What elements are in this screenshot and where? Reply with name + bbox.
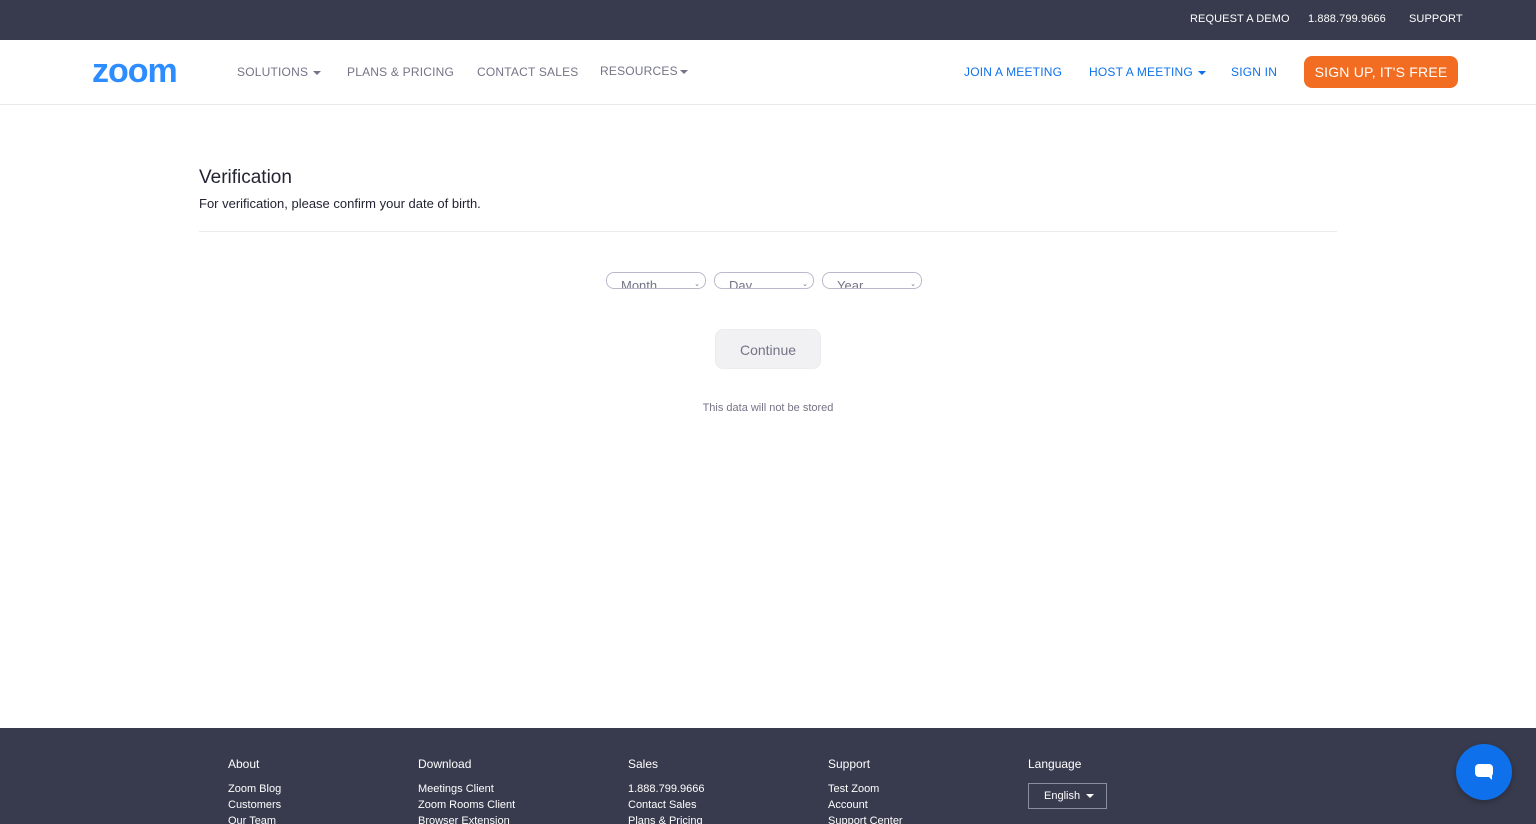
footer-sales-heading: Sales [628,757,659,771]
footer-link-our-team[interactable]: Our Team [228,815,276,824]
nav-resources[interactable]: RESOURCES [600,64,688,78]
year-select[interactable]: Year ⌄ [822,272,922,289]
nav-solutions-label: SOLUTIONS [237,65,309,79]
nav-plans-pricing[interactable]: PLANS & PRICING [347,65,454,79]
nav-contact-sales[interactable]: CONTACT SALES [477,65,579,79]
footer-link-rooms-client[interactable]: Zoom Rooms Client [418,799,515,811]
caret-down-icon [679,69,688,74]
chat-button[interactable] [1456,744,1512,800]
caret-down-icon [1086,794,1095,799]
footer: About Zoom Blog Customers Our Team Downl… [0,728,1536,824]
footer-link-phone[interactable]: 1.888.799.9666 [628,783,704,795]
divider [199,231,1337,232]
month-select[interactable]: Month ⌄ [606,272,706,289]
footer-link-plans-pricing[interactable]: Plans & Pricing [628,815,703,824]
footer-language-heading: Language [1028,757,1082,771]
chat-bubble-tail [1486,774,1492,780]
footer-link-meetings-client[interactable]: Meetings Client [418,783,494,795]
month-placeholder: Month [621,278,658,289]
nav-host-meeting[interactable]: HOST A MEETING [1089,65,1206,79]
footer-about-heading: About [228,757,260,771]
top-utility-bar: REQUEST A DEMO 1.888.799.9666 SUPPORT [0,0,1536,40]
footer-link-account[interactable]: Account [828,799,868,811]
chevron-down-icon: ⌄ [802,281,808,288]
zoom-logo[interactable]: zoom [92,53,178,89]
chevron-down-icon: ⌄ [910,281,916,288]
footer-link-browser-extension[interactable]: Browser Extension [418,815,510,824]
nav-sign-in[interactable]: SIGN IN [1231,65,1277,79]
footer-download-heading: Download [418,757,472,771]
data-not-stored-note: This data will not be stored [702,402,834,414]
main-nav: zoom SOLUTIONS PLANS & PRICING CONTACT S… [0,40,1536,105]
chevron-down-icon: ⌄ [694,281,700,288]
support-link[interactable]: SUPPORT [1409,13,1463,25]
language-selected: English [1044,790,1081,802]
footer-link-contact-sales[interactable]: Contact Sales [628,799,696,811]
page-title: Verification [199,167,292,188]
continue-button[interactable]: Continue [715,329,821,369]
nav-join-meeting[interactable]: JOIN A MEETING [964,65,1062,79]
page-subtitle: For verification, please confirm your da… [199,196,481,211]
year-placeholder: Year [837,278,864,289]
day-placeholder: Day [729,278,753,289]
language-select[interactable]: English [1028,783,1107,809]
footer-link-support-center[interactable]: Support Center [828,815,903,824]
footer-support-heading: Support [828,757,871,771]
request-demo-link[interactable]: REQUEST A DEMO [1190,13,1290,25]
caret-down-icon [1197,70,1206,75]
day-select[interactable]: Day ⌄ [714,272,814,289]
nav-resources-label: RESOURCES [600,64,678,78]
nav-solutions[interactable]: SOLUTIONS [237,65,322,79]
footer-link-zoom-blog[interactable]: Zoom Blog [228,783,281,795]
nav-host-meeting-label: HOST A MEETING [1089,65,1193,79]
sign-up-button[interactable]: SIGN UP, IT'S FREE [1304,56,1458,88]
footer-link-customers[interactable]: Customers [228,799,281,811]
footer-link-test-zoom[interactable]: Test Zoom [828,783,879,795]
caret-down-icon [313,70,322,75]
phone-link[interactable]: 1.888.799.9666 [1308,13,1386,25]
